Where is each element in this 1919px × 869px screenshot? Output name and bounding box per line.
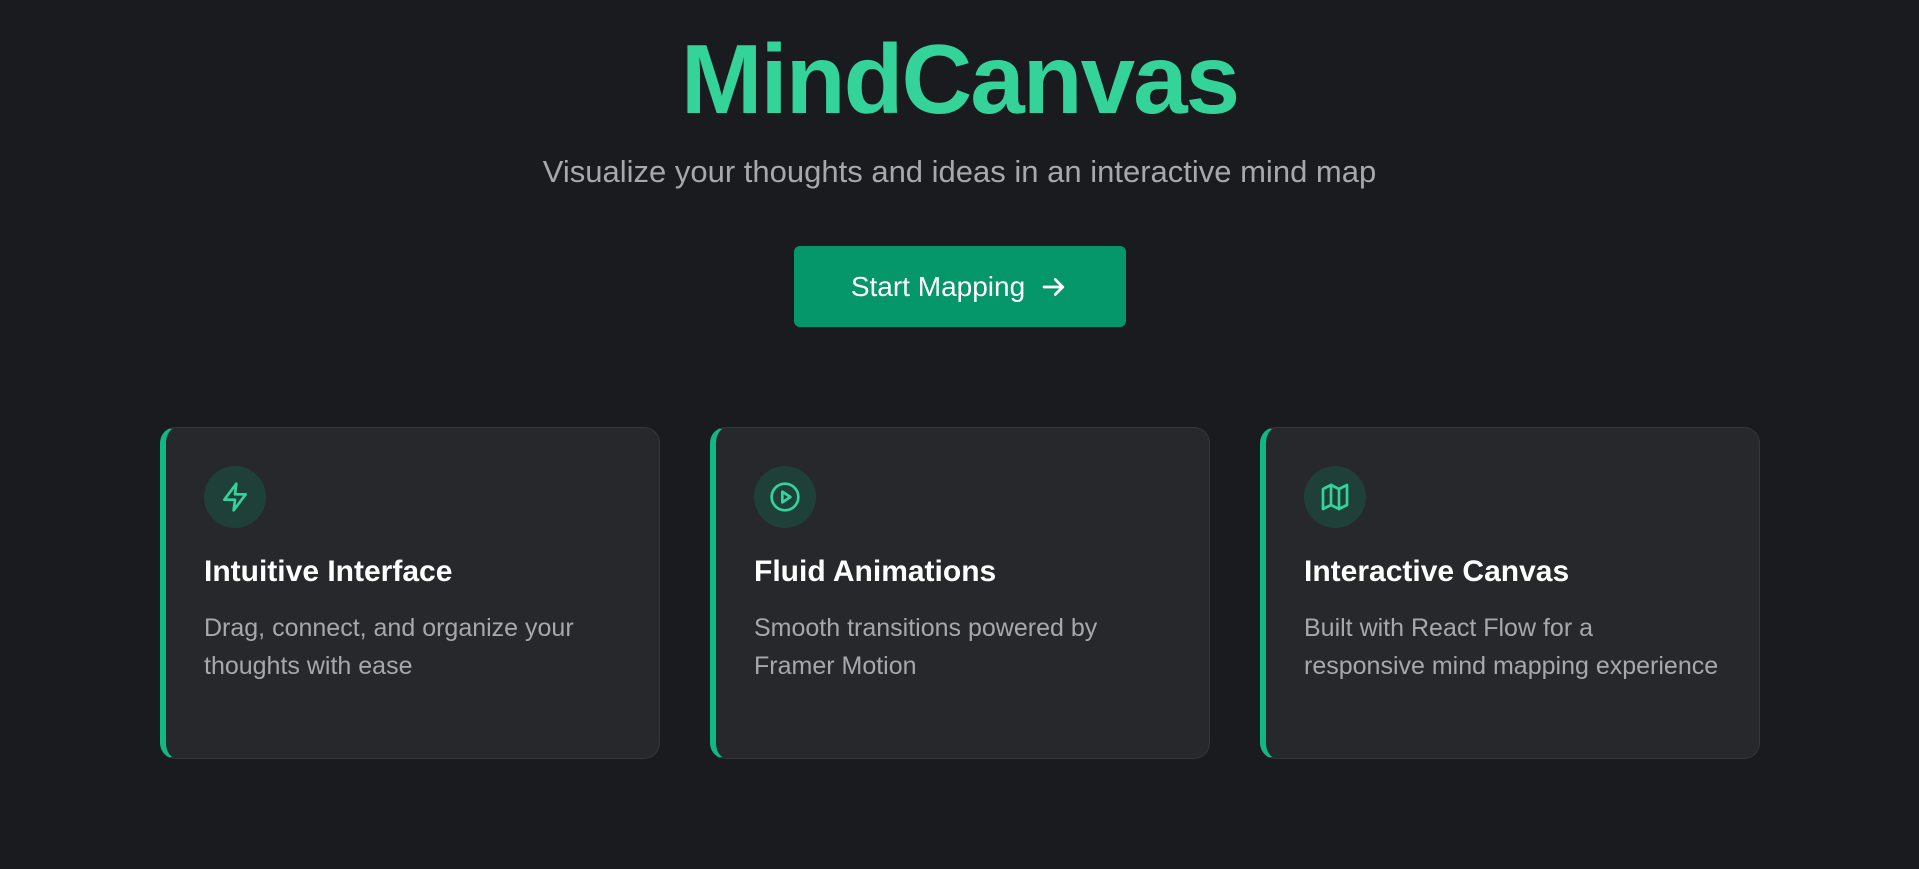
feature-icon-badge bbox=[754, 466, 816, 528]
feature-description: Drag, connect, and organize your thought… bbox=[204, 614, 574, 680]
feature-card-fluid-animations: Fluid Animations Smooth transitions powe… bbox=[710, 427, 1210, 759]
feature-title: Fluid Animations bbox=[754, 555, 997, 588]
start-mapping-label: Start Mapping bbox=[850, 270, 1026, 302]
feature-description: Smooth transitions powered by Framer Mot… bbox=[754, 614, 1098, 680]
feature-icon-badge bbox=[1304, 466, 1366, 528]
start-mapping-button[interactable]: Start Mapping bbox=[794, 246, 1126, 327]
feature-card-interactive-canvas: Interactive Canvas Built with React Flow… bbox=[1260, 427, 1760, 759]
feature-title: Intuitive Interface bbox=[204, 555, 453, 588]
app-title: MindCanvas bbox=[680, 24, 1240, 134]
play-circle-icon bbox=[770, 482, 800, 512]
feature-card-intuitive-interface: Intuitive Interface Drag, connect, and o… bbox=[160, 427, 660, 759]
feature-title: Interactive Canvas bbox=[1304, 555, 1570, 588]
feature-icon-badge bbox=[204, 466, 266, 528]
map-icon bbox=[1321, 483, 1349, 511]
arrow-right-icon bbox=[1042, 277, 1065, 296]
feature-description: Built with React Flow for a responsive m… bbox=[1304, 614, 1719, 680]
lightning-bolt-icon bbox=[223, 482, 247, 512]
app-subtitle: Visualize your thoughts and ideas in an … bbox=[542, 154, 1377, 189]
